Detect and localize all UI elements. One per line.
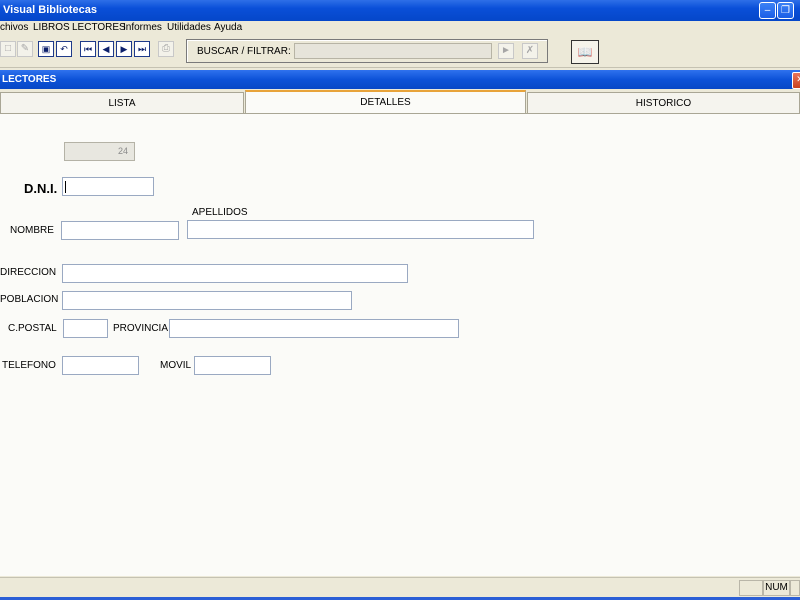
new-document-icon: □ — [4, 43, 12, 54]
nombre-input[interactable] — [61, 221, 179, 240]
previous-record-button[interactable]: ◀ — [98, 41, 114, 57]
new-record-button[interactable]: □ — [0, 41, 16, 57]
tab-detalles[interactable]: DETALLES — [245, 90, 526, 114]
status-pane-scroll — [790, 580, 800, 596]
dni-label: D.N.I. — [24, 181, 58, 196]
last-record-icon: ⏭ — [137, 44, 147, 54]
filter-icon: ► — [501, 45, 511, 56]
menu-archivos[interactable]: chivos — [0, 22, 28, 33]
edit-record-button[interactable]: ✎ — [17, 41, 33, 57]
first-record-icon: ⏮ — [83, 44, 93, 54]
movil-label: MOVIL — [160, 360, 192, 371]
search-input[interactable] — [294, 43, 492, 59]
cpostal-input[interactable] — [63, 319, 108, 338]
undo-button[interactable]: ↶ — [56, 41, 72, 57]
search-filter-label: BUSCAR / FILTRAR: — [197, 46, 291, 57]
record-id-field: 24 — [64, 142, 135, 161]
menu-utilidades[interactable]: Utilidades — [167, 22, 211, 33]
menu-libros[interactable]: LIBROS — [33, 22, 70, 33]
catalog-book-button[interactable]: 📖 — [571, 40, 599, 64]
status-num-indicator: NUM — [763, 580, 790, 596]
movil-input[interactable] — [194, 356, 271, 375]
menu-ayuda[interactable]: Ayuda — [214, 22, 242, 33]
edit-document-icon: ✎ — [20, 43, 30, 54]
title-bar: Visual Bibliotecas – ❐ — [0, 0, 800, 21]
apellidos-input[interactable] — [187, 220, 534, 239]
minimize-button[interactable]: – — [759, 2, 776, 19]
cpostal-label: C.POSTAL — [8, 323, 57, 334]
text-caret — [65, 181, 66, 193]
child-window-title-bar: LECTORES ✕ — [0, 70, 800, 89]
undo-icon: ↶ — [60, 44, 68, 54]
clear-filter-button[interactable]: ✗ — [522, 43, 538, 59]
tab-lista[interactable]: LISTA — [0, 92, 244, 114]
dni-input[interactable] — [62, 177, 154, 196]
book-icon: 📖 — [577, 45, 593, 59]
provincia-label: PROVINCIA — [113, 323, 169, 334]
direccion-label: DIRECCION — [0, 267, 57, 278]
print-button[interactable]: ⎙ — [158, 41, 174, 57]
clear-filter-icon: ✗ — [525, 45, 535, 56]
poblacion-input[interactable] — [62, 291, 352, 310]
previous-record-icon: ◀ — [102, 44, 110, 54]
poblacion-label: POBLACION — [0, 294, 59, 305]
tab-historico[interactable]: HISTORICO — [527, 92, 800, 114]
telefono-label: TELEFONO — [2, 360, 56, 371]
provincia-input[interactable] — [169, 319, 459, 338]
close-icon: ✕ — [796, 74, 800, 84]
next-record-button[interactable]: ▶ — [116, 41, 132, 57]
child-close-button[interactable]: ✕ — [792, 72, 800, 89]
telefono-input[interactable] — [62, 356, 139, 375]
restore-icon: ❐ — [781, 5, 790, 16]
floppy-disk-icon: ▣ — [41, 44, 51, 54]
nombre-label: NOMBRE — [10, 225, 54, 236]
menu-bar: chivos LIBROS LECTORES Informes Utilidad… — [0, 21, 800, 36]
restore-button[interactable]: ❐ — [777, 2, 794, 19]
child-window-title: LECTORES — [2, 74, 57, 85]
menu-informes[interactable]: Informes — [123, 22, 162, 33]
direccion-input[interactable] — [62, 264, 408, 283]
first-record-button[interactable]: ⏮ — [80, 41, 96, 57]
save-button[interactable]: ▣ — [38, 41, 54, 57]
status-pane-caps — [739, 580, 763, 596]
minimize-icon: – — [764, 5, 771, 16]
last-record-button[interactable]: ⏭ — [134, 41, 150, 57]
window-title: Visual Bibliotecas — [3, 4, 97, 16]
apellidos-label: APELLIDOS — [192, 207, 248, 218]
next-record-icon: ▶ — [120, 44, 128, 54]
printer-icon: ⎙ — [162, 43, 170, 54]
menu-lectores[interactable]: LECTORES — [72, 22, 126, 33]
search-filter-group: BUSCAR / FILTRAR: ► ✗ — [186, 39, 548, 63]
apply-filter-button[interactable]: ► — [498, 43, 514, 59]
status-bar: NUM — [0, 577, 800, 597]
